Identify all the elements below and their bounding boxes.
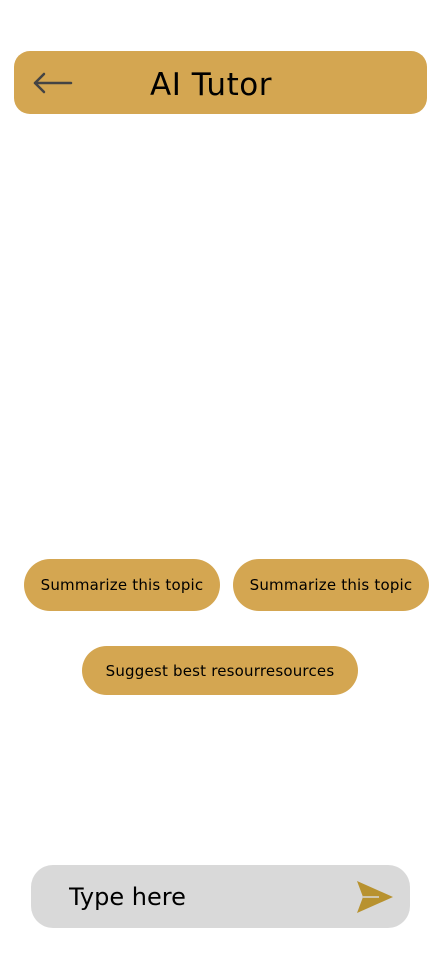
suggestion-chip-summarize[interactable]: Summarize this topic [24, 559, 220, 611]
suggestion-chip-label: Summarize this topic [40, 576, 204, 594]
send-button[interactable] [355, 879, 395, 915]
send-icon [357, 881, 393, 913]
app-header: AI Tutor [14, 51, 427, 114]
message-composer [31, 865, 410, 928]
suggestion-chip-resources[interactable]: Suggest best resourresources [82, 646, 358, 695]
page-title: AI Tutor [150, 67, 272, 103]
suggestion-chip-summarize-2[interactable]: Summarize this topic [233, 559, 429, 611]
suggestion-chip-label: Suggest best resourresources [105, 661, 335, 680]
message-input[interactable] [69, 877, 339, 917]
arrow-left-icon [33, 72, 73, 94]
suggestion-chip-label: Summarize this topic [249, 576, 413, 594]
back-button[interactable] [32, 67, 74, 99]
